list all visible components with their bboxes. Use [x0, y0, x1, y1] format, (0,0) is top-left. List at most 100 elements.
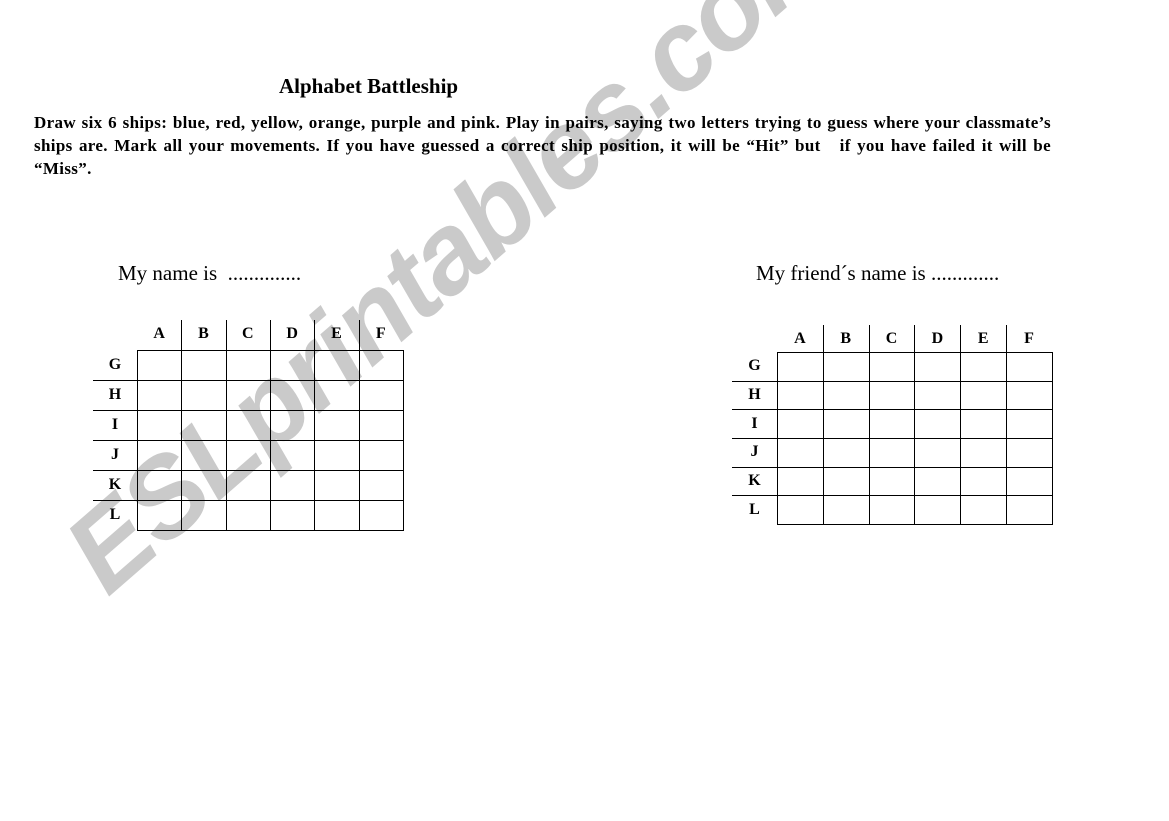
grid-cell-DH[interactable] [270, 380, 315, 411]
grid-cell-DK[interactable] [914, 467, 961, 496]
grid-cell-EK[interactable] [314, 470, 360, 501]
grid-cell-BI[interactable] [181, 410, 227, 441]
row-header-G: G [748, 357, 761, 375]
grid-cell-CI[interactable] [869, 409, 915, 439]
row-header-L: L [749, 500, 760, 518]
grid-cell-BH[interactable] [181, 380, 227, 411]
row-header-divider [93, 470, 137, 471]
grid-cell-CG[interactable] [869, 352, 915, 382]
grid-cell-FI[interactable] [1006, 409, 1053, 439]
row-header-divider [732, 467, 777, 468]
grid-cell-EK[interactable] [960, 467, 1007, 496]
column-header-divider [869, 325, 870, 352]
grid-cell-BK[interactable] [181, 470, 227, 501]
column-header-E: E [331, 325, 342, 342]
grid-cell-BH[interactable] [823, 381, 870, 410]
grid-cell-FI[interactable] [359, 410, 404, 441]
grid-cell-BL[interactable] [823, 495, 870, 525]
grid-cell-EI[interactable] [314, 410, 360, 441]
my-name-label: My name is .............. [118, 261, 302, 285]
grid-cell-AK[interactable] [137, 470, 182, 501]
grid-cell-CL[interactable] [869, 495, 915, 525]
grid-cell-EG[interactable] [314, 350, 360, 381]
grid-cell-AL[interactable] [137, 500, 182, 531]
grid-cell-CK[interactable] [226, 470, 271, 501]
row-header-H: H [748, 386, 761, 403]
grid-cell-DK[interactable] [270, 470, 315, 501]
grid-cell-CG[interactable] [226, 350, 271, 381]
grid-cell-FG[interactable] [359, 350, 404, 381]
column-header-B: B [840, 330, 852, 347]
grid-cell-DG[interactable] [270, 350, 315, 381]
row-header-H: H [108, 386, 122, 403]
worksheet-title: Alphabet Battleship [279, 74, 459, 98]
grid-cell-BI[interactable] [823, 409, 870, 439]
grid-cell-BG[interactable] [181, 350, 227, 381]
row-header-I: I [111, 416, 119, 433]
grid-cell-CI[interactable] [226, 410, 271, 441]
grid-cell-CH[interactable] [869, 381, 915, 410]
grid-cell-FJ[interactable] [1006, 438, 1053, 468]
grid-cell-BJ[interactable] [181, 440, 227, 471]
row-header-I: I [751, 414, 758, 432]
grid-cell-DL[interactable] [270, 500, 315, 531]
row-header-L: L [109, 506, 121, 523]
column-header-divider [823, 325, 824, 352]
grid-cell-DG[interactable] [914, 352, 961, 382]
grid-cell-FH[interactable] [1006, 381, 1053, 410]
grid-cell-BG[interactable] [823, 352, 870, 382]
grid-cell-BJ[interactable] [823, 438, 870, 468]
grid-cell-EG[interactable] [960, 352, 1007, 382]
row-header-J: J [111, 446, 119, 463]
grid-cell-FK[interactable] [1006, 467, 1053, 496]
row-header-divider [732, 409, 777, 410]
grid-cell-EJ[interactable] [960, 438, 1007, 468]
column-header-C: C [242, 325, 254, 342]
grid-cell-EJ[interactable] [314, 440, 360, 471]
grid-cell-AH[interactable] [137, 380, 182, 411]
grid-cell-CL[interactable] [226, 500, 271, 531]
grid-cell-AG[interactable] [137, 350, 182, 381]
grid-cell-DJ[interactable] [270, 440, 315, 471]
grid-cell-EH[interactable] [960, 381, 1007, 410]
grid-cell-DJ[interactable] [914, 438, 961, 468]
column-header-F: F [1024, 330, 1034, 347]
column-header-D: D [286, 325, 298, 342]
row-header-J: J [750, 443, 759, 461]
grid-cell-CJ[interactable] [226, 440, 271, 471]
column-header-divider [226, 320, 227, 350]
grid-cell-FL[interactable] [359, 500, 404, 531]
column-header-F: F [375, 325, 386, 342]
grid-cell-CH[interactable] [226, 380, 271, 411]
grid-cell-EI[interactable] [960, 409, 1007, 439]
grid-cell-EL[interactable] [960, 495, 1007, 525]
grid-cell-FK[interactable] [359, 470, 404, 501]
grid-cell-BL[interactable] [181, 500, 227, 531]
grid-cell-AH[interactable] [777, 381, 824, 410]
grid-cell-AK[interactable] [777, 467, 824, 496]
grid-cell-EH[interactable] [314, 380, 360, 411]
friend-name-label: My friend´s name is ............. [756, 261, 1000, 285]
grid-cell-AL[interactable] [777, 495, 824, 525]
grid-cell-AI[interactable] [777, 409, 824, 439]
grid-cell-DL[interactable] [914, 495, 961, 525]
grid-cell-FH[interactable] [359, 380, 404, 411]
grid-cell-FJ[interactable] [359, 440, 404, 471]
grid-cell-AG[interactable] [777, 352, 824, 382]
grid-cell-CJ[interactable] [869, 438, 915, 468]
row-header-divider [732, 381, 777, 382]
grid-cell-BK[interactable] [823, 467, 870, 496]
grid-cell-AJ[interactable] [137, 440, 182, 471]
grid-cell-FL[interactable] [1006, 495, 1053, 525]
row-header-divider [93, 440, 137, 441]
grid-cell-DH[interactable] [914, 381, 961, 410]
grid-cell-FG[interactable] [1006, 352, 1053, 382]
grid-cell-EL[interactable] [314, 500, 360, 531]
column-header-B: B [198, 325, 209, 342]
grid-cell-CK[interactable] [869, 467, 915, 496]
grid-cell-DI[interactable] [914, 409, 961, 439]
grid-cell-AJ[interactable] [777, 438, 824, 468]
grid-cell-AI[interactable] [137, 410, 182, 441]
row-header-G: G [108, 356, 122, 373]
grid-cell-DI[interactable] [270, 410, 315, 441]
